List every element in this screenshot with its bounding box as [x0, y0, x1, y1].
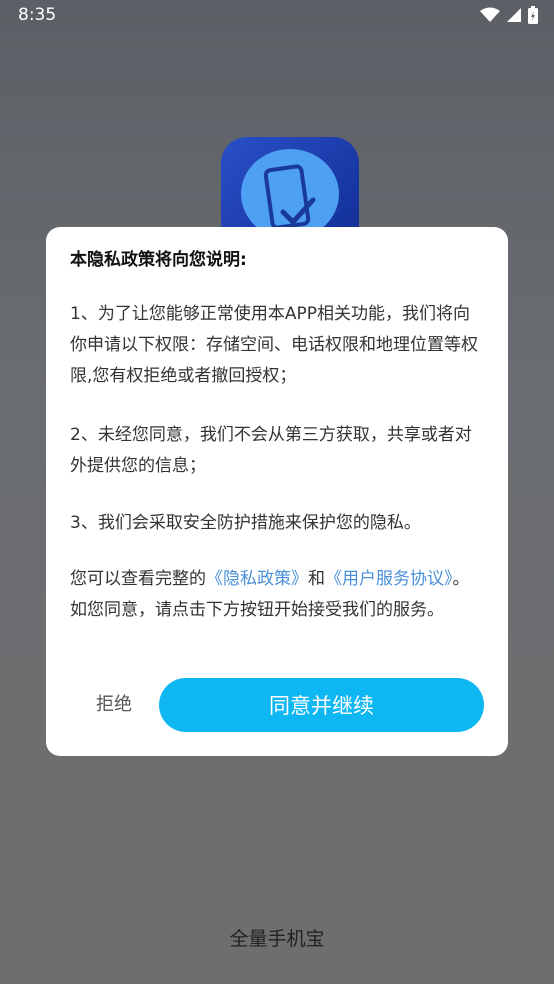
policy-item-3: 3、我们会采取安全防护措施来保护您的隐私。 — [70, 513, 421, 533]
policy-links-paragraph: 您可以查看完整的《隐私政策》和《用户服务协议》。如您同意，请点击下方按钮开始接受… — [70, 564, 486, 626]
phone-check-icon — [263, 164, 316, 230]
agree-button-label: 同意并继续 — [269, 694, 374, 718]
status-time: 8:35 — [18, 5, 57, 25]
reject-button[interactable]: 拒绝 — [96, 690, 132, 716]
policy-item-2: 2、未经您同意，我们不会从第三方获取，共享或者对外提供您的信息； — [70, 425, 472, 476]
status-bar: 8:35 — [0, 0, 554, 32]
privacy-dialog: 本隐私政策将向您说明: 1、为了让您能够正常使用本APP相关功能，我们将向你申请… — [46, 227, 508, 756]
wifi-icon — [480, 7, 500, 22]
agree-continue-button[interactable]: 同意并继续 — [159, 678, 484, 732]
battery-icon — [528, 6, 538, 24]
dialog-title: 本隐私政策将向您说明: — [70, 250, 247, 270]
and-text: 和 — [308, 569, 325, 589]
signal-icon — [507, 8, 521, 22]
links-intro-text: 您可以查看完整的 — [70, 569, 206, 589]
status-icons — [480, 6, 538, 24]
policy-item-1: 1、为了让您能够正常使用本APP相关功能，我们将向你申请以下权限：存储空间、电话… — [70, 304, 478, 386]
user-agreement-link[interactable]: 《用户服务协议》 — [325, 569, 453, 589]
app-name: 全量手机宝 — [229, 928, 325, 950]
privacy-policy-link[interactable]: 《隐私政策》 — [206, 569, 308, 589]
